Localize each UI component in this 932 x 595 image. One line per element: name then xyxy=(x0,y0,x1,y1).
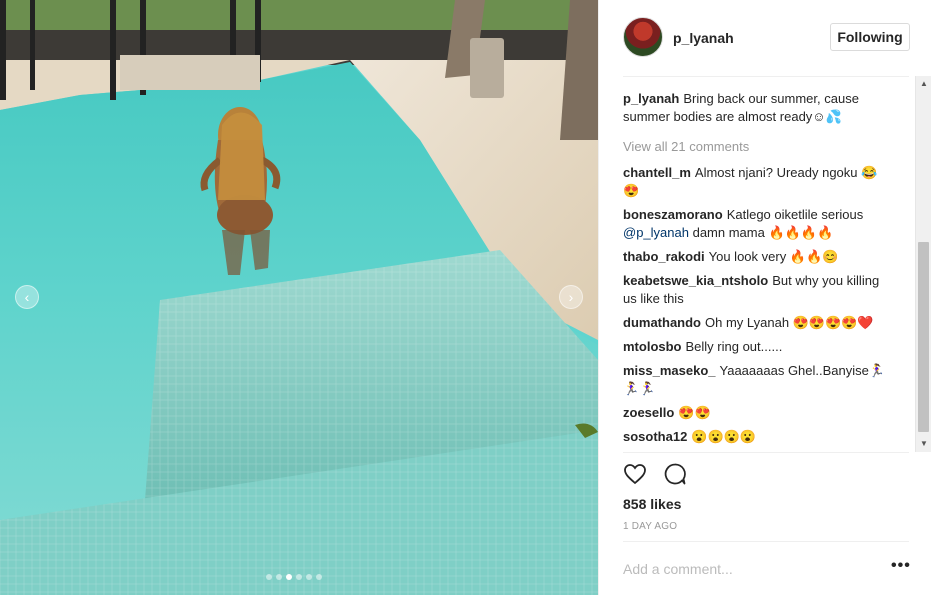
comment-bubble-icon[interactable] xyxy=(663,462,687,486)
comment-text: Oh my Lyanah 😍😍😍😍❤️ xyxy=(705,315,874,330)
post-image[interactable]: ‹ › xyxy=(0,0,598,595)
comment-text: 😮😮😮😮 xyxy=(691,429,757,444)
carousel-dot xyxy=(276,574,282,580)
comment-item: dumathando Oh my Lyanah 😍😍😍😍❤️ xyxy=(623,314,893,332)
comment-item: keabetswe_kia_ntsholo But why you killing… xyxy=(623,272,893,308)
comment-item: boneszamorano Katlego oiketlile serious @… xyxy=(623,206,893,242)
heart-icon[interactable] xyxy=(623,462,647,486)
comment-username[interactable]: zoesello xyxy=(623,405,674,420)
carousel-dots xyxy=(266,574,322,580)
post-header: p_lyanah Following xyxy=(599,0,932,76)
comment-item: thabo_rakodi You look very 🔥🔥😊 xyxy=(623,248,893,266)
avatar[interactable] xyxy=(623,17,663,57)
following-button[interactable]: Following xyxy=(830,23,910,51)
comment-username[interactable]: miss_maseko_ xyxy=(623,363,716,378)
post-actions xyxy=(623,462,687,488)
comment-text: Katlego oiketlile serious xyxy=(726,207,864,222)
comment-item: chantell_m Almost njani? Uready ngoku 😂😍 xyxy=(623,164,893,200)
comment-username[interactable]: chantell_m xyxy=(623,165,691,180)
comment-text-continued: damn mama 🔥🔥🔥🔥 xyxy=(692,225,834,240)
post-panel: p_lyanah Following p_lyanah Bring back ou… xyxy=(598,0,932,595)
likes-count[interactable]: 858 likes xyxy=(623,496,681,512)
comment-username[interactable]: boneszamorano xyxy=(623,207,723,222)
actions-divider xyxy=(623,452,909,453)
post-timestamp[interactable]: 1 DAY AGO xyxy=(623,521,677,532)
chevron-left-icon[interactable]: ‹ xyxy=(15,285,39,309)
comment-username[interactable]: dumathando xyxy=(623,315,701,330)
comment-username[interactable]: mtolosbo xyxy=(623,339,682,354)
chevron-right-icon[interactable]: › xyxy=(559,285,583,309)
header-username[interactable]: p_lyanah xyxy=(673,30,734,46)
view-all-comments-link[interactable]: View all 21 comments xyxy=(623,138,893,156)
comment-text: Belly ring out...... xyxy=(685,339,783,354)
comment-username[interactable]: keabetswe_kia_ntsholo xyxy=(623,273,768,288)
header-divider xyxy=(623,76,909,77)
carousel-dot xyxy=(316,574,322,580)
caption: p_lyanah Bring back our summer, cause sum… xyxy=(623,90,893,126)
comments-scrollbar[interactable]: ▲ ▼ xyxy=(915,76,931,452)
comments-list: p_lyanah Bring back our summer, cause sum… xyxy=(623,90,893,452)
comment-text: You look very 🔥🔥😊 xyxy=(708,249,839,264)
pool-photo xyxy=(0,0,598,595)
comment-mention[interactable]: @p_lyanah xyxy=(623,225,689,240)
caption-username[interactable]: p_lyanah xyxy=(623,91,679,106)
more-options-icon[interactable]: ••• xyxy=(891,557,911,575)
comment-username[interactable]: thabo_rakodi xyxy=(623,249,705,264)
carousel-dot-active xyxy=(286,574,292,580)
comment-divider xyxy=(623,541,909,542)
comment-item: sosotha12 😮😮😮😮 xyxy=(623,428,893,446)
carousel-dot xyxy=(306,574,312,580)
comment-item: mtolosbo Belly ring out...... xyxy=(623,338,893,356)
comment-username[interactable]: sosotha12 xyxy=(623,429,687,444)
scroll-up-arrow-icon[interactable]: ▲ xyxy=(916,76,932,92)
comment-text: 😍😍 xyxy=(678,405,711,420)
carousel-dot xyxy=(266,574,272,580)
add-comment-input[interactable]: Add a comment... xyxy=(623,561,733,577)
scroll-down-arrow-icon[interactable]: ▼ xyxy=(916,436,932,452)
comment-item: zoesello 😍😍 xyxy=(623,404,893,422)
comment-item: miss_maseko_ Yaaaaaaas Ghel..Banyise🏃‍♀️🏃… xyxy=(623,362,893,398)
carousel-dot xyxy=(296,574,302,580)
scrollbar-thumb[interactable] xyxy=(918,242,929,432)
